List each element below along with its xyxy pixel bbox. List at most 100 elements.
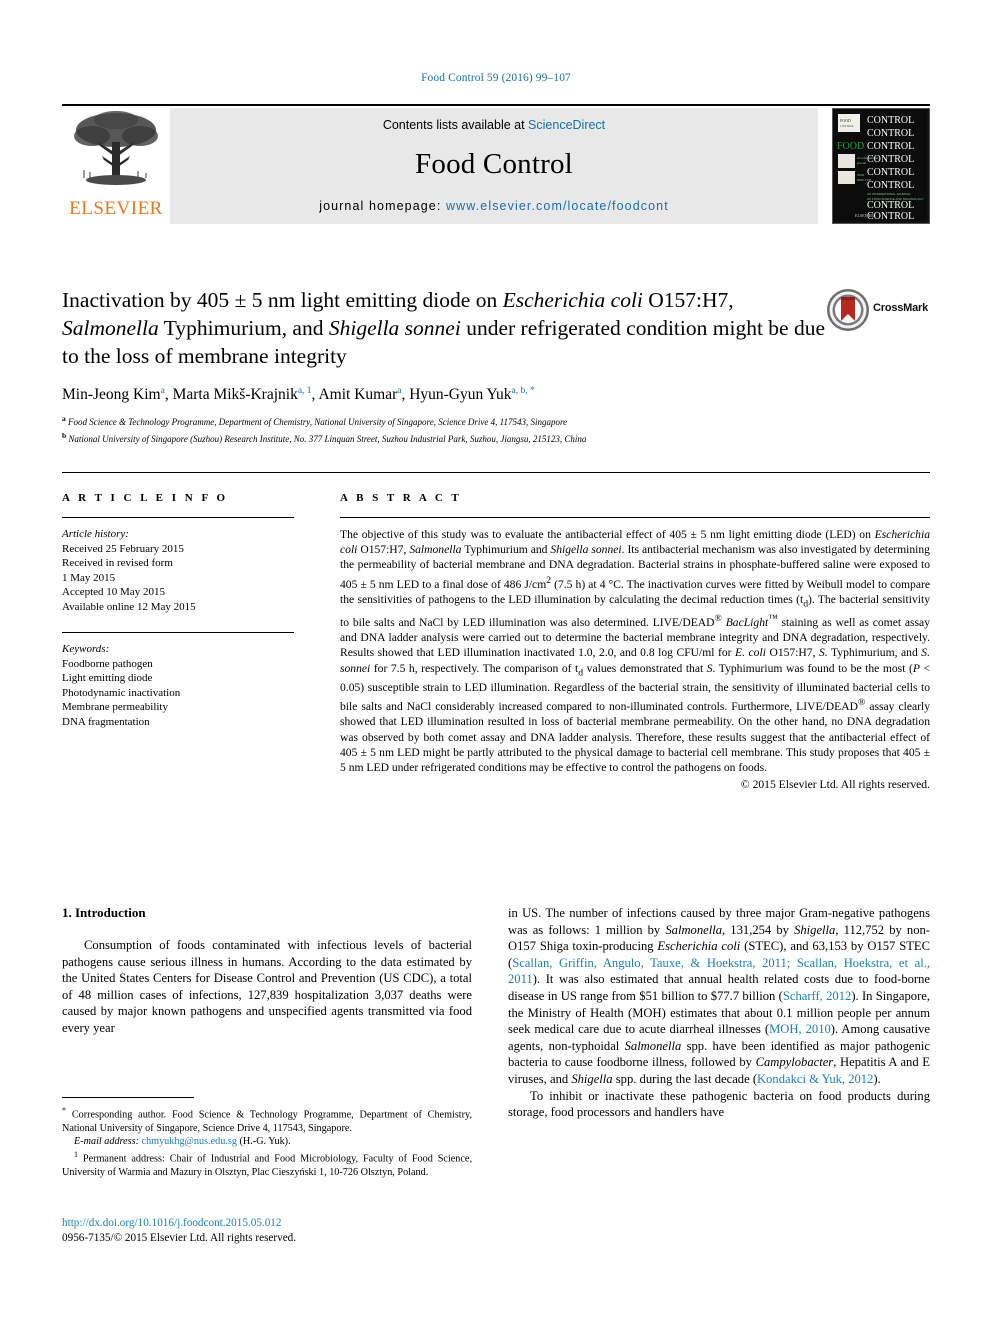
- footnote-block: * Corresponding author. Food Science & T…: [62, 1097, 472, 1179]
- body-column-right: in US. The number of infections caused b…: [508, 905, 930, 1121]
- citation-link[interactable]: Kondakci & Yuk, 2012: [757, 1072, 873, 1086]
- svg-text:CONTROL: CONTROL: [867, 115, 914, 126]
- email-owner: (H.-G. Yuk).: [236, 1135, 291, 1147]
- keywords-rule: [62, 632, 294, 633]
- masthead-center-panel: Contents lists available at ScienceDirec…: [170, 108, 818, 224]
- keyword-item: Photodynamic inactivation: [62, 686, 181, 699]
- svg-text:journal: journal: [856, 161, 866, 165]
- email-link[interactable]: chmyukhg@nus.edu.sg: [142, 1136, 237, 1147]
- article-history-label: Article history:: [62, 528, 129, 540]
- abs-italic: BacLight: [721, 616, 769, 630]
- svg-text:FOOD: FOOD: [837, 141, 864, 152]
- abs-seg: for 7.5 h, respectively. The comparison …: [370, 661, 579, 675]
- article-info-column: A R T I C L E I N F O Article history: R…: [62, 492, 294, 729]
- abstract-rule: [340, 517, 930, 518]
- abs-seg: values demonstrated that: [583, 661, 707, 675]
- author-1: Min-Jeong Kim: [62, 386, 161, 404]
- email-label: E-mail address:: [74, 1135, 139, 1147]
- elsevier-tree-icon: [74, 111, 158, 185]
- title-plusminus-1: ±: [234, 288, 247, 312]
- history-item: 1 May 2015: [62, 571, 116, 584]
- intro-italic: Escherichia coli: [657, 939, 741, 954]
- title-seg-4: Typhimurium, and: [158, 316, 329, 340]
- citation-link[interactable]: Scharff, 2012: [783, 989, 851, 1003]
- intro-paragraph-left: Consumption of foods contaminated with i…: [62, 938, 472, 1035]
- svg-text:An international: An international: [857, 156, 878, 160]
- author-list: Min-Jeong Kima, Marta Mikš-Krajnika, 1, …: [62, 386, 535, 404]
- author-2-affil-mark[interactable]: a, 1: [298, 386, 312, 396]
- svg-text:ELSEVIER: ELSEVIER: [855, 213, 874, 218]
- title-block: CrossMark Inactivation by 405 ± 5 nm lig…: [62, 286, 930, 445]
- intro-paragraph-right-2: To inhibit or inactivate these pathogeni…: [508, 1088, 930, 1120]
- homepage-prefix: journal homepage:: [319, 199, 447, 213]
- article-history: Article history: Received 25 February 20…: [62, 527, 294, 614]
- keyword-item: DNA fragmentation: [62, 715, 150, 728]
- affiliation-b-mark: b: [62, 430, 67, 440]
- svg-text:CONTROL: CONTROL: [840, 124, 854, 128]
- cover-art-icon: FOOD CONTROL CONTROL CONTROL CONTROL CON…: [833, 109, 927, 222]
- abs-italic: S.: [819, 646, 828, 660]
- abs-italic: E. coli: [735, 646, 766, 660]
- sciencedirect-link[interactable]: ScienceDirect: [528, 118, 605, 132]
- svg-text:CONTROL: CONTROL: [867, 141, 914, 152]
- doi-link[interactable]: http://dx.doi.org/10.1016/j.foodcont.201…: [62, 1216, 482, 1231]
- intro-italic: Shigella: [571, 1071, 613, 1086]
- svg-text:CONTROL: CONTROL: [867, 167, 914, 178]
- intro-italic: Campylobacter: [755, 1055, 834, 1070]
- history-item: Accepted 10 May 2015: [62, 586, 165, 598]
- abs-sup: ™: [768, 613, 778, 625]
- doi-block: http://dx.doi.org/10.1016/j.foodcont.201…: [62, 1216, 482, 1246]
- journal-title: Food Control: [415, 148, 573, 180]
- footnote-rule: [62, 1097, 194, 1098]
- intro-italic: Shigella: [794, 922, 836, 937]
- history-item: Available online 12 May 2015: [62, 600, 196, 613]
- abs-seg: Typhimurium was found to be the most (: [715, 661, 913, 675]
- author-3-affil-mark[interactable]: a: [397, 386, 401, 396]
- page-title: Inactivation by 405 ± 5 nm light emittin…: [62, 286, 832, 370]
- history-item: Received 25 February 2015: [62, 542, 184, 555]
- abs-seg: Typhimurium, and: [827, 646, 922, 660]
- svg-text:CONTROL: CONTROL: [867, 211, 914, 221]
- svg-text:OF FOOD SCIENCE AND TECHNOLOGY: OF FOOD SCIENCE AND TECHNOLOGY: [867, 197, 924, 201]
- svg-text:CONTROL: CONTROL: [867, 180, 914, 191]
- affiliation-a-mark: a: [62, 414, 66, 424]
- footnote-permanent-text: Permanent address: Chair of Industrial a…: [62, 1153, 472, 1178]
- section-heading-introduction: 1. Introduction: [62, 905, 146, 920]
- title-seg-3: O157:H7,: [648, 288, 734, 312]
- history-item: Received in revised form: [62, 557, 173, 569]
- homepage-url-link[interactable]: www.elsevier.com/locate/foodcont: [446, 199, 669, 213]
- intro-paragraph-right: in US. The number of infections caused b…: [508, 905, 930, 1088]
- running-head: Food Control 59 (2016) 99–107: [421, 72, 571, 84]
- issn-copyright: 0956-7135/© 2015 Elsevier Ltd. All right…: [62, 1232, 297, 1244]
- affiliation-b-text: National University of Singapore (Suzhou…: [68, 433, 587, 444]
- crossmark-badge[interactable]: CrossMark: [826, 288, 930, 334]
- footnote-permanent-address: 1 Permanent address: Chair of Industrial…: [62, 1148, 472, 1179]
- abs-sup: ®: [714, 613, 722, 625]
- elsevier-logo: ELSEVIER: [62, 106, 170, 224]
- article-info-heading: A R T I C L E I N F O: [62, 492, 229, 504]
- citation-link[interactable]: MOH, 2010: [769, 1022, 831, 1036]
- article-info-rule: [62, 517, 294, 518]
- title-seg-5: under: [460, 316, 516, 340]
- abstract-copyright: © 2015 Elsevier Ltd. All rights reserved…: [740, 778, 930, 792]
- crossmark-label: CrossMark: [873, 302, 929, 314]
- author-4-affil-mark[interactable]: a, b, *: [512, 386, 535, 396]
- keywords-label: Keywords:: [62, 643, 110, 655]
- keywords-block: Keywords: Foodborne pathogen Light emitt…: [62, 642, 294, 729]
- author-4: Hyun-Gyun Yuk: [409, 386, 512, 404]
- journal-masthead: ELSEVIER Contents lists available at Sci…: [62, 104, 930, 224]
- abs-seg: The objective of this study was to evalu…: [340, 528, 875, 541]
- intro-seg: ).: [873, 1071, 881, 1086]
- footnote-email: E-mail address: chmyukhg@nus.edu.sg (H.-…: [62, 1135, 472, 1148]
- abs-italic: P: [912, 661, 920, 675]
- body-column-left: 1. Introduction Consumption of foods con…: [62, 905, 472, 1037]
- contents-prefix: Contents lists available at: [382, 118, 529, 132]
- keyword-item: Foodborne pathogen: [62, 657, 153, 670]
- abstract-column: A B S T R A C T The objective of this st…: [340, 492, 930, 791]
- abs-seg: O157:H7,: [765, 646, 820, 660]
- author-1-affil-mark[interactable]: a: [161, 386, 165, 396]
- author-2: Marta Mikš-Krajnik: [172, 386, 298, 404]
- affiliation-a-text: Food Science & Technology Programme, Dep…: [68, 417, 568, 428]
- crossmark-icon: [827, 289, 869, 331]
- abs-italic: Shigella sonnei: [550, 543, 622, 557]
